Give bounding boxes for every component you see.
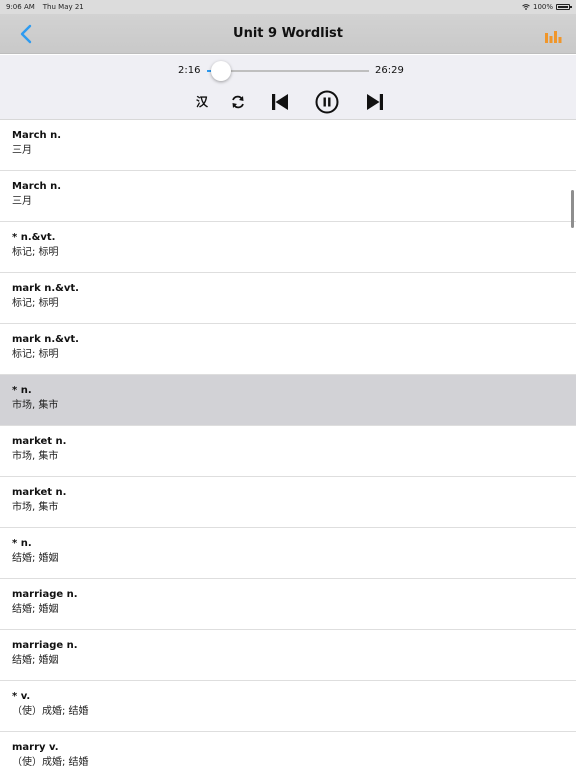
word-entry: * n.&vt. <box>12 232 56 243</box>
list-item[interactable]: * n. 结婚; 婚姻 <box>0 528 576 579</box>
audio-player: 2:16 26:29 汉 <box>0 55 576 120</box>
word-entry: market n. <box>12 436 67 447</box>
list-item[interactable]: marriage n. 结婚; 婚姻 <box>0 630 576 681</box>
word-meaning: 结婚; 婚姻 <box>12 604 59 615</box>
word-meaning: 市场, 集市 <box>12 451 59 462</box>
status-bar: 9:06 AM Thu May 21 100% <box>0 0 576 14</box>
word-meaning: 结婚; 婚姻 <box>12 655 59 666</box>
list-item[interactable]: marriage n. 结婚; 婚姻 <box>0 579 576 630</box>
word-meaning: 标记; 标明 <box>12 298 59 309</box>
list-item[interactable]: marry v. （使）成婚; 结婚 <box>0 732 576 768</box>
scrollbar[interactable] <box>571 190 574 228</box>
word-entry: marriage n. <box>12 589 78 600</box>
status-time: 9:06 AM <box>6 3 35 11</box>
current-time: 2:16 <box>178 65 201 76</box>
word-meaning: 三月 <box>12 196 32 207</box>
list-item[interactable]: * n.&vt. 标记; 标明 <box>0 222 576 273</box>
chinese-toggle-button[interactable]: 汉 <box>194 91 210 113</box>
list-item[interactable]: * v. （使）成婚; 结婚 <box>0 681 576 732</box>
list-item[interactable]: market n. 市场, 集市 <box>0 477 576 528</box>
word-entry: marriage n. <box>12 640 78 651</box>
navigation-bar: Unit 9 Wordlist <box>0 14 576 54</box>
list-item[interactable]: mark n.&vt. 标记; 标明 <box>0 273 576 324</box>
list-item[interactable]: mark n.&vt. 标记; 标明 <box>0 324 576 375</box>
word-entry: * v. <box>12 691 31 702</box>
status-right: 100% <box>522 3 572 11</box>
word-meaning: 标记; 标明 <box>12 247 59 258</box>
word-meaning: 标记; 标明 <box>12 349 59 360</box>
repeat-icon[interactable] <box>230 91 246 113</box>
page-title: Unit 9 Wordlist <box>233 26 343 41</box>
word-meaning: 结婚; 婚姻 <box>12 553 59 564</box>
skip-previous-icon[interactable] <box>270 91 290 113</box>
total-time: 26:29 <box>375 65 404 76</box>
word-entry: * n. <box>12 385 32 396</box>
word-list[interactable]: March n. 三月 March n. 三月 * n.&vt. 标记; 标明 mark n… <box>0 120 576 768</box>
progress-slider[interactable] <box>207 61 369 81</box>
list-item[interactable]: March n. 三月 <box>0 171 576 222</box>
word-entry: mark n.&vt. <box>12 334 79 345</box>
slider-thumb[interactable] <box>210 61 231 81</box>
word-entry: marry v. <box>12 742 59 753</box>
bar-chart-icon[interactable] <box>544 30 562 44</box>
word-entry: March n. <box>12 181 62 192</box>
word-meaning: 市场, 集市 <box>12 400 59 411</box>
status-date: Thu May 21 <box>42 3 84 11</box>
word-entry: mark n.&vt. <box>12 283 79 294</box>
list-item[interactable]: * n. 市场, 集市 <box>0 375 576 426</box>
list-item[interactable]: market n. 市场, 集市 <box>0 426 576 477</box>
word-entry: * n. <box>12 538 32 549</box>
battery-percent: 100% <box>532 3 553 11</box>
skip-next-icon[interactable] <box>365 91 385 113</box>
word-entry: market n. <box>12 487 67 498</box>
word-meaning: 市场, 集市 <box>12 502 59 513</box>
word-meaning: 三月 <box>12 145 32 156</box>
battery-icon <box>556 4 572 10</box>
wifi-icon <box>522 4 530 10</box>
word-meaning: （使）成婚; 结婚 <box>12 706 89 717</box>
list-item[interactable]: March n. 三月 <box>0 120 576 171</box>
word-meaning: （使）成婚; 结婚 <box>12 757 89 768</box>
pause-icon[interactable] <box>315 89 339 115</box>
word-entry: March n. <box>12 130 62 141</box>
